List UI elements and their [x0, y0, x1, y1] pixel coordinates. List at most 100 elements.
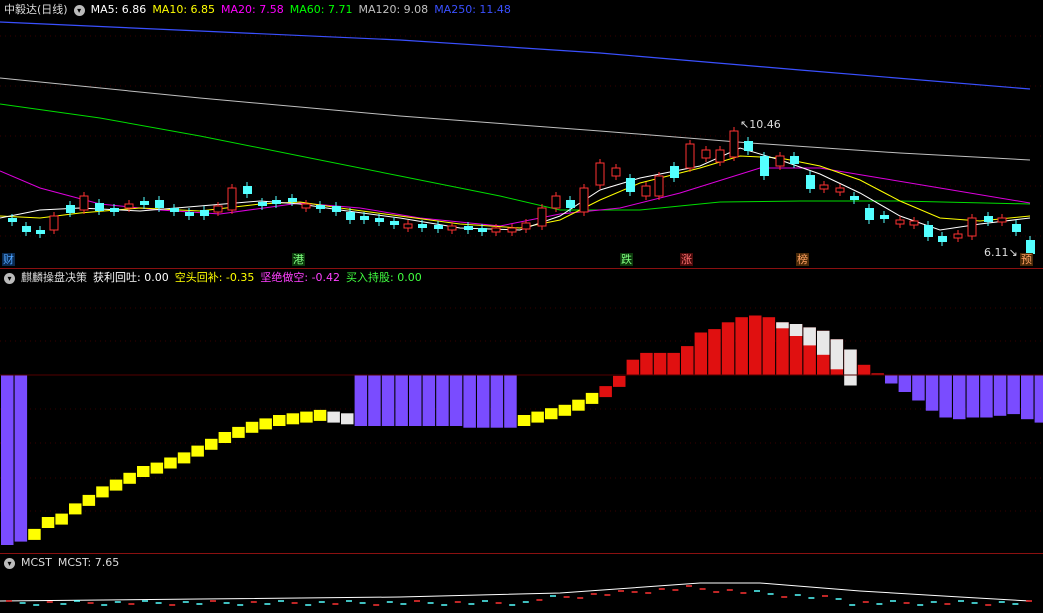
- indicator-chart[interactable]: [0, 286, 1043, 552]
- candle-body: [79, 195, 89, 211]
- indicator-bar: [966, 375, 980, 418]
- indicator-bar: [205, 438, 218, 450]
- indicator-bar: [599, 386, 612, 398]
- indicator-value-1: 空头回补: -0.35: [174, 271, 255, 284]
- event-tag[interactable]: 港: [292, 253, 305, 266]
- main-chart[interactable]: [0, 18, 1043, 268]
- indicator-bar: [490, 375, 504, 428]
- indicator-bar: [912, 375, 925, 401]
- indicator-bar: [354, 375, 368, 426]
- indicator-bar: [463, 375, 476, 428]
- event-tag[interactable]: 跌: [620, 253, 633, 266]
- candle-body: [521, 222, 531, 230]
- ma-value-4: MA120: 9.08: [358, 3, 429, 16]
- candle-body: [200, 210, 209, 216]
- candle-body: [909, 220, 919, 226]
- candle-body: [507, 227, 517, 233]
- indicator-bar: [1, 375, 14, 545]
- indicator-bar: [939, 375, 952, 418]
- indicator-bar: [164, 457, 177, 469]
- indicator-bar: [137, 466, 150, 477]
- indicator-bar: [572, 399, 585, 411]
- indicator-bar: [721, 322, 735, 375]
- candle-body: [984, 216, 993, 222]
- candle-body: [967, 217, 977, 237]
- candle-body: [819, 184, 829, 190]
- indicator-bar: [69, 503, 82, 515]
- candle-body: [346, 212, 355, 220]
- event-tag[interactable]: 财: [2, 253, 15, 266]
- candle-body: [551, 195, 561, 209]
- indicator-legend: ▾ 麒麟操盘决策 获利回吐: 0.00 空头回补: -0.35 坚绝做空: -0.42 买…: [4, 270, 434, 286]
- indicator-value-2: 坚绝做空: -0.42: [260, 271, 341, 284]
- candle-body: [1026, 240, 1035, 254]
- event-tag[interactable]: 榜: [796, 253, 809, 266]
- indicator-bar: [762, 317, 776, 375]
- indicator-bar-top: [776, 322, 789, 329]
- indicator-bar: [232, 426, 245, 438]
- indicator-bar: [245, 421, 259, 433]
- candle-body: [924, 225, 933, 237]
- indicator-value-0: 获利回吐: 0.00: [93, 271, 169, 284]
- candle-body: [744, 141, 753, 151]
- indicator-bar-top: [789, 324, 803, 336]
- indicator-bar: [558, 404, 572, 416]
- indicator-bar: [259, 418, 272, 430]
- indicator-bar: [273, 415, 286, 426]
- indicator-bar: [980, 375, 993, 418]
- indicator-bar-top: [817, 330, 830, 355]
- indicator-bar: [640, 352, 653, 375]
- indicator-bar: [477, 375, 490, 428]
- indicator-bar-top: [803, 327, 816, 346]
- indicator-bar: [300, 411, 313, 423]
- indicator-bar: [1021, 375, 1034, 420]
- candle-body: [701, 149, 711, 159]
- indicator-bar: [993, 375, 1007, 416]
- ma-value-3: MA60: 7.71: [289, 3, 353, 16]
- indicator-bar: [517, 415, 531, 426]
- indicator-bar: [749, 315, 762, 375]
- indicator-bar: [925, 375, 939, 411]
- candle-body: [95, 203, 104, 211]
- indicator-bar: [96, 486, 109, 498]
- stock-title: 中毅达(日线): [4, 3, 68, 16]
- mcst-chart[interactable]: [0, 571, 1043, 613]
- candle-body: [316, 205, 325, 209]
- candle-body: [595, 162, 605, 186]
- candle-body: [760, 156, 769, 176]
- indicator-bar: [653, 352, 667, 375]
- event-tag[interactable]: 预: [1020, 253, 1033, 266]
- candle-body: [670, 166, 679, 178]
- candle-body: [880, 215, 889, 219]
- candle-body: [850, 196, 859, 200]
- chevron-down-icon[interactable]: ▾: [4, 272, 15, 284]
- indicator-bar: [28, 528, 41, 540]
- ma5-line: [0, 147, 1031, 231]
- chevron-down-icon[interactable]: ▾: [73, 4, 85, 16]
- candle-body: [654, 175, 664, 197]
- high-price-label: ↖10.46: [740, 118, 781, 131]
- pane-separator: [0, 553, 1043, 554]
- candle-body: [641, 185, 651, 197]
- candle-body: [243, 186, 252, 194]
- indicator-bar: [1034, 375, 1043, 423]
- candle-body: [390, 221, 399, 225]
- candle-body: [478, 228, 487, 232]
- ma-value-2: MA20: 7.58: [221, 3, 284, 16]
- candle-body: [258, 202, 267, 206]
- candle-body: [170, 208, 179, 212]
- mcst-legend: ▾ MCST MCST: 7.65: [4, 555, 125, 571]
- indicator-bar: [177, 452, 191, 464]
- indicator-bar: [409, 375, 422, 426]
- candle-body: [227, 187, 237, 211]
- chevron-down-icon[interactable]: ▾: [4, 557, 15, 569]
- candle-body: [185, 212, 194, 216]
- candle-body: [626, 178, 635, 192]
- indicator-bar: [504, 375, 517, 428]
- candle-body: [155, 200, 164, 208]
- event-tag[interactable]: 涨: [680, 253, 693, 266]
- indicator-bar: [613, 375, 626, 387]
- indicator-bar: [531, 411, 544, 423]
- indicator-bar: [14, 375, 28, 542]
- indicator-bar: [381, 375, 395, 426]
